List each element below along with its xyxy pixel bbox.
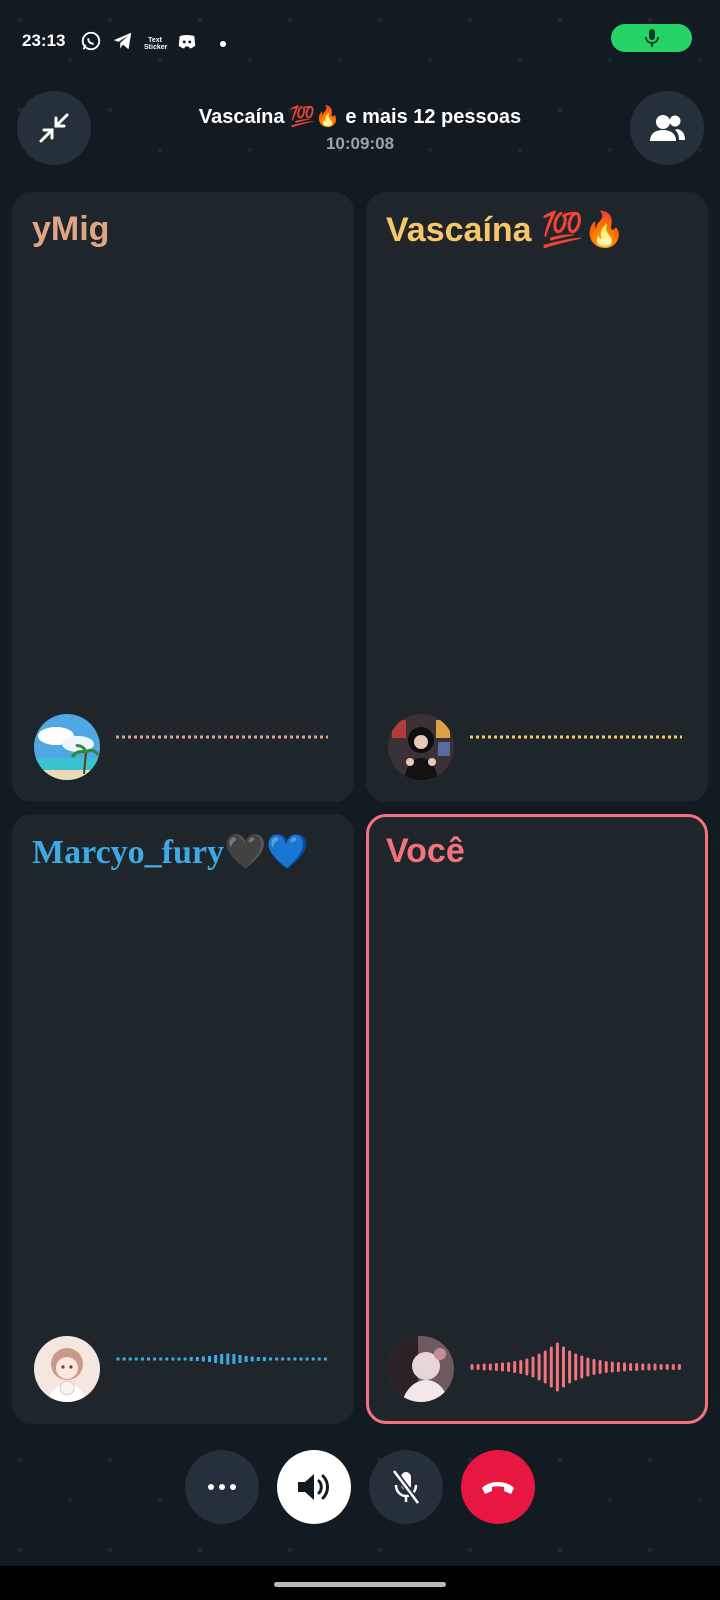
sticker-text-line-1: Text: [148, 36, 162, 44]
notification-icons: Text Sticker: [80, 30, 226, 57]
sticker-text-line-2: Sticker: [144, 43, 168, 51]
end-call-button[interactable]: [461, 1450, 535, 1524]
home-gesture-handle[interactable]: [274, 1582, 446, 1587]
participant-tile-ymig[interactable]: yMig: [12, 192, 354, 802]
participant-name: yMig: [32, 210, 110, 248]
text-sticker-icon: Text Sticker: [144, 36, 168, 51]
mic-in-use-indicator[interactable]: [611, 24, 692, 52]
speaker-icon: [298, 1474, 329, 1500]
avatar: [388, 1336, 454, 1402]
audio-level-indicator: [470, 735, 682, 739]
audio-level-indicator: [116, 735, 328, 739]
status-time: 23:13: [22, 31, 66, 50]
participant-tile-vascaina[interactable]: Vascaína 💯🔥: [366, 192, 708, 802]
participant-tile-marcyo-fury[interactable]: Marcyo_fury🖤💙: [12, 814, 354, 1424]
avatar: [388, 714, 454, 780]
participant-tile-self[interactable]: Você: [366, 814, 708, 1424]
audio-level-indicator: [470, 1342, 681, 1392]
participant-name: Marcyo_fury🖤💙: [32, 834, 309, 871]
telegram-icon: [112, 30, 134, 57]
people-icon: [650, 115, 685, 141]
minimize-arrows-icon: [39, 113, 69, 143]
mic-muted-icon: [391, 1469, 421, 1505]
avatar: [34, 714, 100, 780]
status-bar: 23:13 Text Sticker: [0, 0, 720, 88]
whatsapp-icon: [80, 30, 102, 57]
call-title: Vascaína 💯🔥 e mais 12 pessoas: [198, 106, 522, 128]
participants-button[interactable]: [630, 91, 704, 165]
discord-icon: [176, 30, 198, 57]
end-call-icon: [482, 1482, 514, 1494]
participant-name: Você: [386, 832, 465, 870]
minimize-call-button[interactable]: [17, 91, 91, 165]
speaker-button[interactable]: [277, 1450, 351, 1524]
more-notifications-dot-icon: [220, 40, 226, 47]
more-options-button[interactable]: [185, 1450, 259, 1524]
audio-level-indicator: [116, 1353, 327, 1365]
avatar: [34, 1336, 100, 1402]
more-icon: [208, 1484, 236, 1490]
participant-name: Vascaína 💯🔥: [386, 211, 626, 249]
mute-button[interactable]: [369, 1450, 443, 1524]
call-duration: 10:09:08: [325, 134, 395, 153]
mic-icon: [644, 29, 659, 47]
